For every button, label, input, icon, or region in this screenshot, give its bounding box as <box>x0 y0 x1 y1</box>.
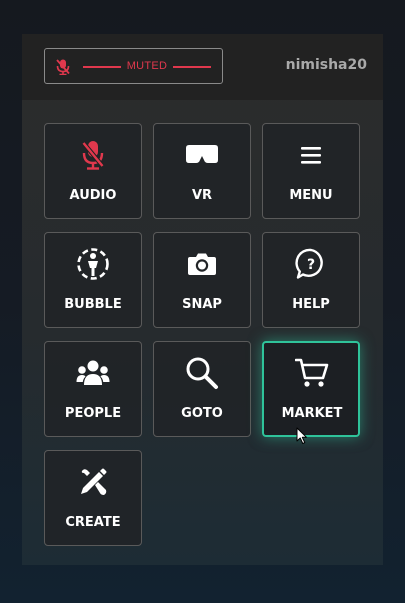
svg-text:?: ? <box>307 257 315 273</box>
tile-snap[interactable]: SNAP <box>153 232 251 328</box>
mute-label: MUTED <box>126 60 168 72</box>
hamburger-menu-icon <box>263 138 359 172</box>
mute-indicator-line-right <box>173 66 211 68</box>
mic-muted-icon <box>56 59 70 79</box>
tile-label: GOTO <box>181 406 223 421</box>
tile-help[interactable]: ? HELP <box>262 232 360 328</box>
tile-label: HELP <box>292 297 330 312</box>
tile-menu[interactable]: MENU <box>262 123 360 219</box>
tile-bubble[interactable]: BUBBLE <box>44 232 142 328</box>
tile-goto[interactable]: GOTO <box>153 341 251 437</box>
mute-indicator-line-left <box>83 66 121 68</box>
cart-icon <box>264 356 360 390</box>
tile-label: MARKET <box>281 406 343 421</box>
tile-market[interactable]: MARKET <box>262 341 360 437</box>
tile-label: AUDIO <box>69 188 117 203</box>
people-icon <box>45 356 141 390</box>
tile-label: PEOPLE <box>64 406 122 421</box>
username: nimisha20 <box>285 57 367 73</box>
tile-create[interactable]: CREATE <box>44 450 142 546</box>
create-tools-icon <box>45 465 141 499</box>
bubble-icon <box>45 247 141 281</box>
mouse-cursor-icon <box>296 427 308 449</box>
tablet-header: MUTED nimisha20 <box>22 34 383 100</box>
tile-audio[interactable]: AUDIO <box>44 123 142 219</box>
tile-people[interactable]: PEOPLE <box>44 341 142 437</box>
tile-label: MENU <box>289 188 333 203</box>
mic-muted-icon <box>45 138 141 172</box>
mute-toggle-button[interactable]: MUTED <box>44 48 223 84</box>
tile-vr[interactable]: VR <box>153 123 251 219</box>
camera-icon <box>154 247 250 281</box>
vr-headset-icon <box>154 138 250 172</box>
tile-label: CREATE <box>65 515 121 530</box>
tile-label: BUBBLE <box>64 297 122 312</box>
tile-label: VR <box>191 188 213 203</box>
tile-label: SNAP <box>182 297 222 312</box>
help-question-icon: ? <box>263 247 359 281</box>
search-icon <box>154 356 250 390</box>
